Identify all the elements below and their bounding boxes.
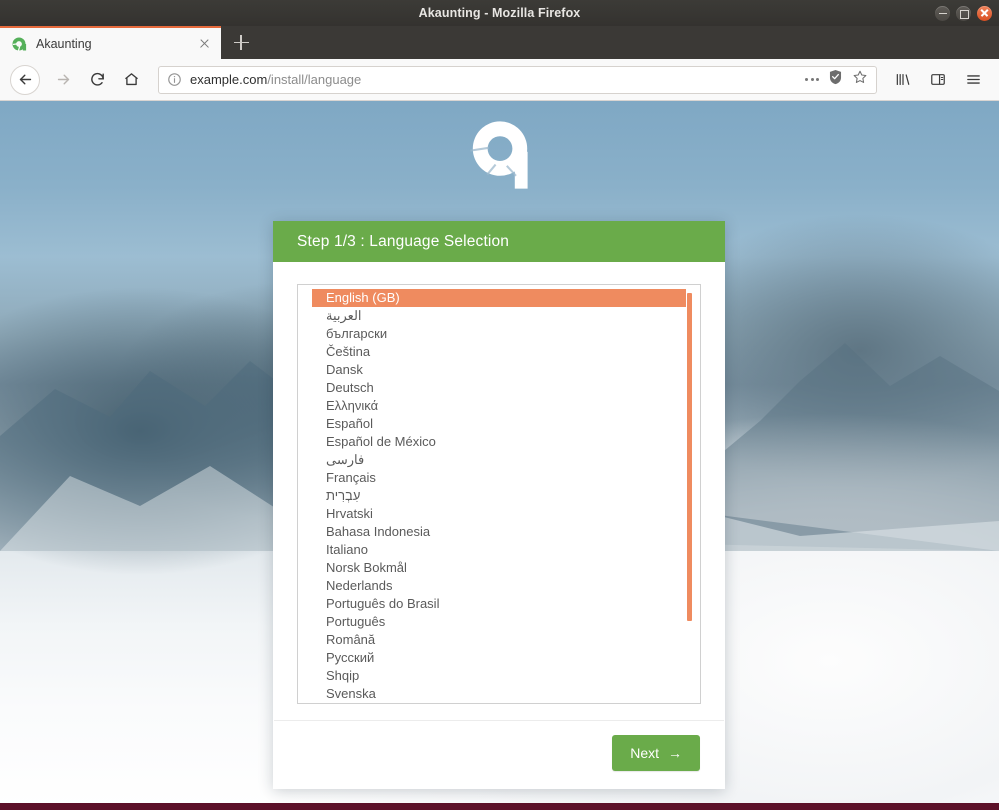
language-option[interactable]: Svenska [312,685,686,703]
language-option[interactable]: Hrvatski [312,505,686,523]
close-tab-icon[interactable] [195,35,213,53]
listbox-scrollbar-track[interactable] [687,289,696,701]
url-actions [805,69,870,90]
language-option[interactable]: Dansk [312,361,686,379]
window-titlebar: Akaunting - Mozilla Firefox [0,0,999,26]
tab-akaunting[interactable]: Akaunting [0,26,221,59]
card-footer: Next → [274,720,724,789]
forward-arrow-icon[interactable] [48,65,78,95]
language-option[interactable]: Shqip [312,667,686,685]
tab-strip: Akaunting [0,26,999,59]
next-button[interactable]: Next → [612,735,700,771]
bottom-color-strip [0,803,999,810]
close-button[interactable] [977,5,992,21]
install-card: Step 1/3 : Language Selection English (G… [273,221,725,789]
language-option[interactable]: Español de México [312,433,686,451]
language-option[interactable]: Čeština [312,343,686,361]
hamburger-menu-icon[interactable] [957,65,989,95]
page-viewport: Step 1/3 : Language Selection English (G… [0,101,999,810]
language-listbox[interactable]: English (GB) العربية български Čeština Dansk… [297,284,701,704]
language-option[interactable]: Français [312,469,686,487]
new-tab-button[interactable] [222,26,260,59]
browser-toolbar: example.com/install/language [0,59,999,101]
language-option[interactable]: עִבְרִית [312,487,686,505]
url-text[interactable]: example.com/install/language [190,72,805,87]
card-header: Step 1/3 : Language Selection [273,221,725,262]
tab-title: Akaunting [36,36,92,51]
url-bar[interactable]: example.com/install/language [158,65,877,94]
akaunting-logo [469,121,528,189]
akaunting-logo-wrap [0,115,999,195]
language-option[interactable]: English (GB) [312,289,686,307]
sidebar-icon[interactable] [922,65,954,95]
language-option[interactable]: فارسی [312,451,686,469]
language-option[interactable]: Ελληνικά [312,397,686,415]
language-option[interactable]: Nederlands [312,577,686,595]
home-icon[interactable] [116,65,146,95]
toolbar-right-actions [887,65,989,95]
window-controls [935,0,992,26]
window-title: Akaunting - Mozilla Firefox [418,6,581,20]
language-option[interactable]: Português do Brasil [312,595,686,613]
shield-icon[interactable] [828,69,843,90]
language-option[interactable]: Norsk Bokmål [312,559,686,577]
maximize-button[interactable] [956,5,971,21]
language-option[interactable]: Русский [312,649,686,667]
language-list[interactable]: English (GB) العربية български Čeština Dansk… [298,289,700,703]
akaunting-logo-icon [11,36,27,52]
language-option[interactable]: Deutsch [312,379,686,397]
language-option[interactable]: Português [312,613,686,631]
back-arrow-icon[interactable] [10,64,40,95]
star-icon[interactable] [852,69,868,90]
step-title: Step 1/3 : Language Selection [297,232,510,250]
arrow-right-icon: → [668,745,682,761]
language-option[interactable]: Română [312,631,686,649]
next-button-label: Next [630,745,659,761]
language-option[interactable]: български [312,325,686,343]
listbox-scrollbar-thumb[interactable] [687,293,692,621]
url-host: example.com [190,72,268,87]
minimize-button[interactable] [935,5,950,21]
library-icon[interactable] [887,65,919,95]
reload-icon[interactable] [82,65,112,95]
language-option[interactable]: Bahasa Indonesia [312,523,686,541]
card-body: English (GB) العربية български Čeština Dansk… [273,262,725,720]
language-option[interactable]: Italiano [312,541,686,559]
ellipsis-icon[interactable] [805,78,819,81]
language-option[interactable]: Español [312,415,686,433]
language-option[interactable]: العربية [312,307,686,325]
url-path: /install/language [267,72,362,87]
info-circle-icon[interactable] [167,72,182,87]
